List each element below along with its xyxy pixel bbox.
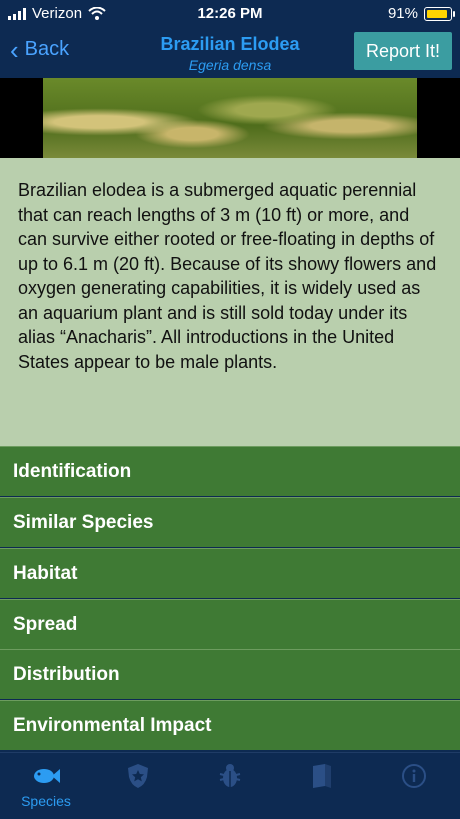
- info-icon: [402, 764, 426, 788]
- fish-icon: [34, 769, 60, 783]
- section-habitat[interactable]: Habitat: [0, 548, 460, 598]
- species-photo-container: [0, 78, 460, 158]
- shield-star-icon: [128, 764, 148, 788]
- report-it-button[interactable]: Report It!: [354, 32, 452, 70]
- tab-label: Species: [21, 793, 71, 809]
- battery-group: 91%: [387, 5, 455, 22]
- navigation-bar: ‹ Back Brazilian Elodea Egeria densa Rep…: [0, 28, 460, 78]
- tab-report[interactable]: [92, 763, 184, 789]
- section-distribution[interactable]: Distribution: [0, 649, 460, 699]
- description-text: Brazilian elodea is a submerged aquatic …: [18, 180, 437, 372]
- tab-library[interactable]: [276, 763, 368, 789]
- tab-pests[interactable]: [184, 763, 276, 789]
- bug-icon: [219, 764, 241, 787]
- tab-info[interactable]: [368, 763, 460, 789]
- section-spread[interactable]: Spread: [0, 599, 460, 649]
- battery-percent: 91%: [387, 5, 418, 22]
- tab-species[interactable]: Species: [0, 763, 92, 809]
- section-label: Identification: [13, 460, 132, 482]
- book-icon: [313, 764, 331, 788]
- tab-bar: Species: [0, 752, 460, 819]
- section-label: Habitat: [13, 562, 78, 584]
- description-panel: Brazilian elodea is a submerged aquatic …: [0, 158, 460, 446]
- section-label: Environmental Impact: [13, 714, 212, 736]
- section-similar-species[interactable]: Similar Species: [0, 497, 460, 547]
- section-identification[interactable]: Identification: [0, 446, 460, 496]
- species-photo: [43, 78, 417, 158]
- status-bar: Verizon 12:26 PM 91%: [0, 0, 460, 28]
- section-environmental-impact[interactable]: Environmental Impact: [0, 700, 460, 750]
- section-label: Distribution: [13, 663, 120, 685]
- section-label: Similar Species: [13, 511, 154, 533]
- battery-icon: [424, 6, 455, 21]
- section-label: Spread: [13, 613, 78, 635]
